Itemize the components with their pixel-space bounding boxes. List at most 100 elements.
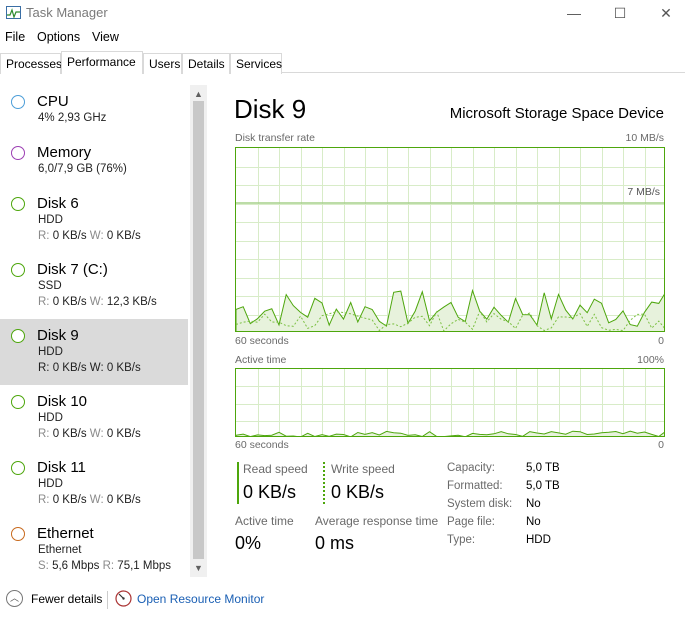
sidebar-scrollbar[interactable]: ▲ ▼ [190,85,207,577]
sidebar-item-sub: 6,0/7,9 GB (76%) [38,163,127,175]
sidebar-item-cpu[interactable]: CPU 4% 2,93 GHz [0,85,188,135]
active-time-chart [236,369,664,436]
page-file-value: No [526,516,541,528]
sidebar-item-type: Ethernet [38,544,82,556]
scroll-up-icon[interactable]: ▲ [190,87,207,101]
chevron-up-icon[interactable]: ︿ [6,590,23,607]
transfer-marker-label: 7 MB/s [627,186,660,198]
open-resource-monitor-link[interactable]: Open Resource Monitor [137,592,264,606]
transfer-max-label: 10 MB/s [625,132,664,144]
sidebar-item-title: Disk 9 [37,327,79,344]
page-file-label: Page file: [447,516,495,528]
sidebar-item-type: HDD [38,214,63,226]
sidebar-item-memory[interactable]: Memory 6,0/7,9 GB (76%) [0,136,188,186]
transfer-rate-chart [236,148,664,331]
sidebar-item-ethernet[interactable]: Ethernet Ethernet S: 5,6 Mbps R: 75,1 Mb… [0,517,188,577]
disk-status-dot [11,461,25,475]
transfer-zero-label: 0 [658,335,664,347]
capacity-label: Capacity: [447,462,495,474]
formatted-label: Formatted: [447,480,503,492]
active-zero-label: 0 [658,439,664,451]
disk-status-dot [11,263,25,277]
transfer-rate-label: Disk transfer rate [235,132,315,144]
cpu-status-dot [11,95,25,109]
sidebar-item-type: HDD [38,412,63,424]
write-speed-value: 0 KB/s [331,482,385,502]
maximize-icon: ☐ [613,4,627,21]
sidebar-item-sub: 4% 2,93 GHz [38,112,107,124]
avg-response-label: Average response time [315,514,439,528]
sidebar-item-rates: R: 0 KB/s W: 0 KB/s [38,494,141,506]
menu-file[interactable]: File [5,30,25,44]
read-speed-indicator [237,462,239,504]
sidebar-item-disk-11[interactable]: Disk 11 HDD R: 0 KB/s W: 0 KB/s [0,451,188,517]
sidebar-item-type: HDD [38,478,63,490]
active-time-seconds-label: 60 seconds [235,439,289,451]
ethernet-status-dot [11,527,25,541]
disk-status-dot [11,329,25,343]
disk-status-dot [11,197,25,211]
fewer-details-link[interactable]: Fewer details [31,592,102,606]
avg-response-value: 0 ms [315,533,355,553]
maximize-button[interactable]: ☐ [597,0,643,26]
system-disk-value: No [526,498,541,510]
sidebar-item-rates: S: 5,6 Mbps R: 75,1 Mbps [38,560,171,572]
formatted-value: 5,0 TB [526,480,560,492]
tab-strip: Processes Performance Users Details Serv… [0,51,685,74]
sidebar-item-disk-6[interactable]: Disk 6 HDD R: 0 KB/s W: 0 KB/s [0,187,188,253]
device-name: Microsoft Storage Space Device [449,105,664,122]
read-speed-label: Read speed [243,462,308,476]
sidebar-item-rates: R: 0 KB/s W: 0 KB/s [38,362,141,374]
title-bar: Task Manager — ☐ ✕ [0,0,685,26]
sidebar-item-title: Ethernet [37,525,94,542]
resource-monitor-icon [115,590,132,607]
memory-status-dot [11,146,25,160]
active-time-stat-value: 0% [235,533,262,553]
sidebar-item-type: SSD [38,280,62,292]
scroll-thumb[interactable] [193,101,204,559]
active-time-graph [235,368,665,437]
close-icon: ✕ [660,4,672,21]
tab-processes[interactable]: Processes [0,53,62,74]
menu-options[interactable]: Options [37,30,80,44]
minimize-button[interactable]: — [551,0,597,26]
write-speed-indicator [323,462,325,504]
transfer-time-label: 60 seconds [235,335,289,347]
sidebar-item-type: HDD [38,346,63,358]
sidebar-item-rates: R: 0 KB/s W: 0 KB/s [38,428,141,440]
read-speed-value: 0 KB/s [243,482,297,502]
capacity-value: 5,0 TB [526,462,560,474]
write-speed-label: Write speed [331,462,395,476]
performance-sidebar: CPU 4% 2,93 GHz Memory 6,0/7,9 GB (76%) … [0,85,207,577]
tab-performance[interactable]: Performance [61,51,143,74]
type-label: Type: [447,534,476,546]
type-value: HDD [526,534,551,546]
disk-status-dot [11,395,25,409]
sidebar-item-title: Memory [37,144,92,161]
scroll-down-icon[interactable]: ▼ [190,561,207,575]
transfer-rate-graph: 7 MB/s [235,147,665,332]
sidebar-item-title: Disk 10 [37,393,88,410]
sidebar-item-rates: R: 0 KB/s W: 12,3 KB/s [38,296,157,308]
active-time-stat-label: Active time [235,514,294,528]
sidebar-item-disk-7[interactable]: Disk 7 (C:) SSD R: 0 KB/s W: 12,3 KB/s [0,253,188,319]
tab-details[interactable]: Details [182,53,230,74]
sidebar-item-disk-10[interactable]: Disk 10 HDD R: 0 KB/s W: 0 KB/s [0,385,188,451]
window-title: Task Manager [26,5,108,20]
active-time-graph-label: Active time [235,354,287,366]
task-manager-icon [6,6,21,19]
sidebar-item-title: Disk 6 [37,195,79,212]
active-max-label: 100% [637,354,664,366]
menu-view[interactable]: View [92,30,119,44]
system-disk-label: System disk: [447,498,513,510]
page-title: Disk 9 [234,94,307,124]
sidebar-item-disk-9[interactable]: Disk 9 HDD R: 0 KB/s W: 0 KB/s [0,319,188,385]
minimize-icon: — [567,5,581,21]
tab-services[interactable]: Services [230,53,282,74]
footer-divider [107,591,108,609]
tab-users[interactable]: Users [143,53,182,74]
close-button[interactable]: ✕ [643,0,685,26]
sidebar-item-rates: R: 0 KB/s W: 0 KB/s [38,230,141,242]
footer: ︿ Fewer details Open Resource Monitor [0,585,685,615]
sidebar-item-title: Disk 11 [37,459,86,476]
